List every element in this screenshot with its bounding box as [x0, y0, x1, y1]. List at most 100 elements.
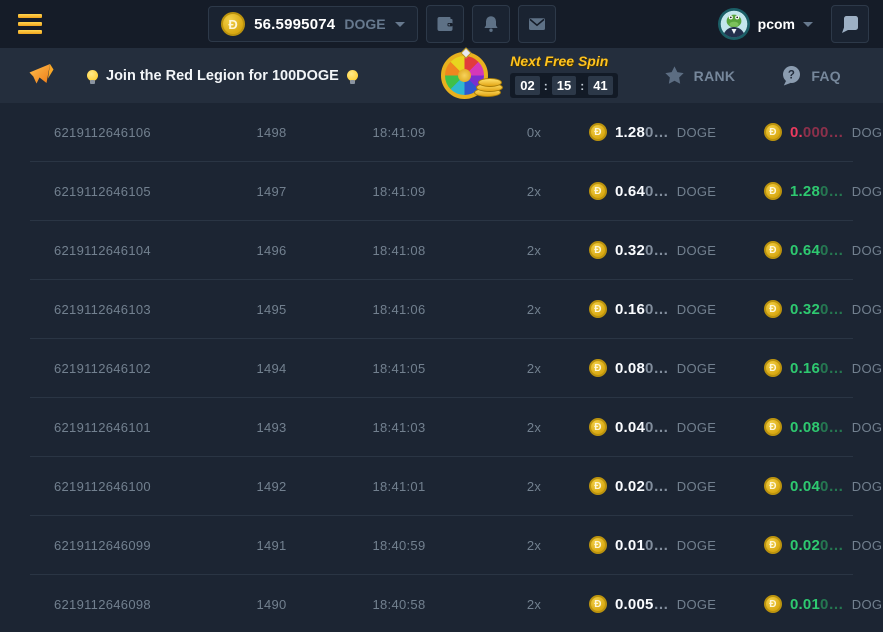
- star-icon: [664, 65, 685, 86]
- timer-hours: 02: [515, 76, 539, 95]
- bet-amount: Đ 0.320… DOGE: [589, 241, 744, 259]
- bet-id: 6219112646098: [54, 597, 224, 612]
- currency-label: DOGE: [677, 302, 716, 317]
- doge-coin-icon: Đ: [589, 477, 607, 495]
- coins-icon: [474, 81, 504, 97]
- profit-value: 0.320…: [790, 301, 844, 318]
- bet-amount: Đ 1.280… DOGE: [589, 123, 744, 141]
- doge-coin-icon: Đ: [589, 241, 607, 259]
- hamburger-menu-icon[interactable]: [14, 10, 46, 38]
- table-row[interactable]: 6219112646099 1491 18:40:59 2x Đ 0.010… …: [30, 516, 853, 575]
- timer-separator: :: [544, 79, 548, 93]
- avatar: [718, 8, 750, 40]
- balance-amount: 56.5995074: [254, 16, 335, 33]
- nav-rank[interactable]: RANK: [664, 65, 736, 86]
- currency-label: DOGE: [677, 538, 716, 553]
- bet-amount: Đ 0.005… DOGE: [589, 595, 744, 613]
- balance-selector[interactable]: Đ 56.5995074 DOGE: [208, 6, 417, 42]
- doge-coin-icon: Đ: [764, 595, 782, 613]
- profit-amount: Đ 0.320… DOGE: [744, 300, 883, 318]
- round-number: 1493: [224, 420, 319, 435]
- profit-amount: Đ 0.160… DOGE: [744, 359, 883, 377]
- bet-time: 18:40:58: [319, 597, 479, 612]
- payout-multiplier: 2x: [479, 302, 589, 317]
- profit-amount: Đ 0.020… DOGE: [744, 536, 883, 554]
- payout-multiplier: 2x: [479, 243, 589, 258]
- bet-value: 0.080…: [615, 360, 669, 377]
- free-spin-widget[interactable]: Next Free Spin 02 : 15 : 41: [441, 52, 617, 99]
- round-number: 1497: [224, 184, 319, 199]
- table-row[interactable]: 6219112646106 1498 18:41:09 0x Đ 1.280… …: [30, 103, 853, 162]
- mail-icon: [527, 14, 547, 34]
- messages-button[interactable]: [518, 5, 556, 43]
- bet-id: 6219112646105: [54, 184, 224, 199]
- payout-multiplier: 2x: [479, 479, 589, 494]
- payout-multiplier: 0x: [479, 125, 589, 140]
- megaphone-icon[interactable]: [28, 63, 55, 88]
- profit-value: 0.040…: [790, 478, 844, 495]
- payout-multiplier: 2x: [479, 538, 589, 553]
- currency-label: DOGE: [677, 420, 716, 435]
- user-menu[interactable]: pcom: [718, 8, 813, 40]
- chat-bubble-icon: [840, 14, 860, 34]
- bet-time: 18:41:01: [319, 479, 479, 494]
- table-row[interactable]: 6219112646102 1494 18:41:05 2x Đ 0.080… …: [30, 339, 853, 398]
- round-number: 1498: [224, 125, 319, 140]
- doge-coin-icon: Đ: [589, 359, 607, 377]
- bet-time: 18:41:06: [319, 302, 479, 317]
- top-bar: Đ 56.5995074 DOGE: [0, 0, 883, 48]
- profit-value: 0.000…: [790, 124, 844, 141]
- bulb-icon: [347, 70, 358, 81]
- notifications-button[interactable]: [472, 5, 510, 43]
- currency-label: DOGE: [852, 538, 883, 553]
- doge-coin-icon: Đ: [221, 12, 245, 36]
- profit-value: 0.020…: [790, 537, 844, 554]
- doge-coin-icon: Đ: [764, 300, 782, 318]
- currency-label: DOGE: [852, 243, 883, 258]
- bet-id: 6219112646099: [54, 538, 224, 553]
- doge-coin-icon: Đ: [589, 300, 607, 318]
- table-row[interactable]: 6219112646105 1497 18:41:09 2x Đ 0.640… …: [30, 162, 853, 221]
- doge-coin-icon: Đ: [764, 359, 782, 377]
- bet-time: 18:41:03: [319, 420, 479, 435]
- doge-coin-icon: Đ: [764, 418, 782, 436]
- wallet-button[interactable]: [426, 5, 464, 43]
- currency-label: DOGE: [677, 243, 716, 258]
- profit-value: 0.010…: [790, 596, 844, 613]
- currency-label: DOGE: [852, 361, 883, 376]
- bet-id: 6219112646102: [54, 361, 224, 376]
- currency-label: DOGE: [677, 125, 716, 140]
- bet-value: 0.040…: [615, 419, 669, 436]
- bet-id: 6219112646101: [54, 420, 224, 435]
- profit-value: 0.080…: [790, 419, 844, 436]
- profit-amount: Đ 1.280… DOGE: [744, 182, 883, 200]
- table-row[interactable]: 6219112646103 1495 18:41:06 2x Đ 0.160… …: [30, 280, 853, 339]
- announcement-bar: Join the Red Legion for 100DOGE Next Fre…: [0, 48, 883, 103]
- bet-amount: Đ 0.080… DOGE: [589, 359, 744, 377]
- chevron-down-icon: [803, 22, 813, 27]
- round-number: 1496: [224, 243, 319, 258]
- profit-value: 1.280…: [790, 183, 844, 200]
- announcement[interactable]: Join the Red Legion for 100DOGE: [87, 68, 358, 84]
- table-row[interactable]: 6219112646100 1492 18:41:01 2x Đ 0.020… …: [30, 457, 853, 516]
- bet-time: 18:41:09: [319, 125, 479, 140]
- bet-id: 6219112646103: [54, 302, 224, 317]
- doge-coin-icon: Đ: [589, 418, 607, 436]
- chat-toggle-button[interactable]: [831, 5, 869, 43]
- table-row[interactable]: 6219112646104 1496 18:41:08 2x Đ 0.320… …: [30, 221, 853, 280]
- balance-currency: DOGE: [344, 16, 385, 32]
- announcement-text: Join the Red Legion for 100DOGE: [106, 68, 339, 84]
- table-row[interactable]: 6219112646101 1493 18:41:03 2x Đ 0.040… …: [30, 398, 853, 457]
- spin-info: Next Free Spin 02 : 15 : 41: [510, 53, 617, 98]
- username: pcom: [758, 16, 795, 32]
- timer-separator: :: [580, 79, 584, 93]
- doge-coin-icon: Đ: [589, 536, 607, 554]
- round-number: 1491: [224, 538, 319, 553]
- bulb-icon: [87, 70, 98, 81]
- faq-label: FAQ: [811, 68, 841, 84]
- round-number: 1494: [224, 361, 319, 376]
- svg-text:?: ?: [788, 70, 795, 82]
- table-row[interactable]: 6219112646098 1490 18:40:58 2x Đ 0.005… …: [30, 575, 853, 632]
- nav-faq[interactable]: ? FAQ: [781, 65, 841, 86]
- currency-label: DOGE: [852, 479, 883, 494]
